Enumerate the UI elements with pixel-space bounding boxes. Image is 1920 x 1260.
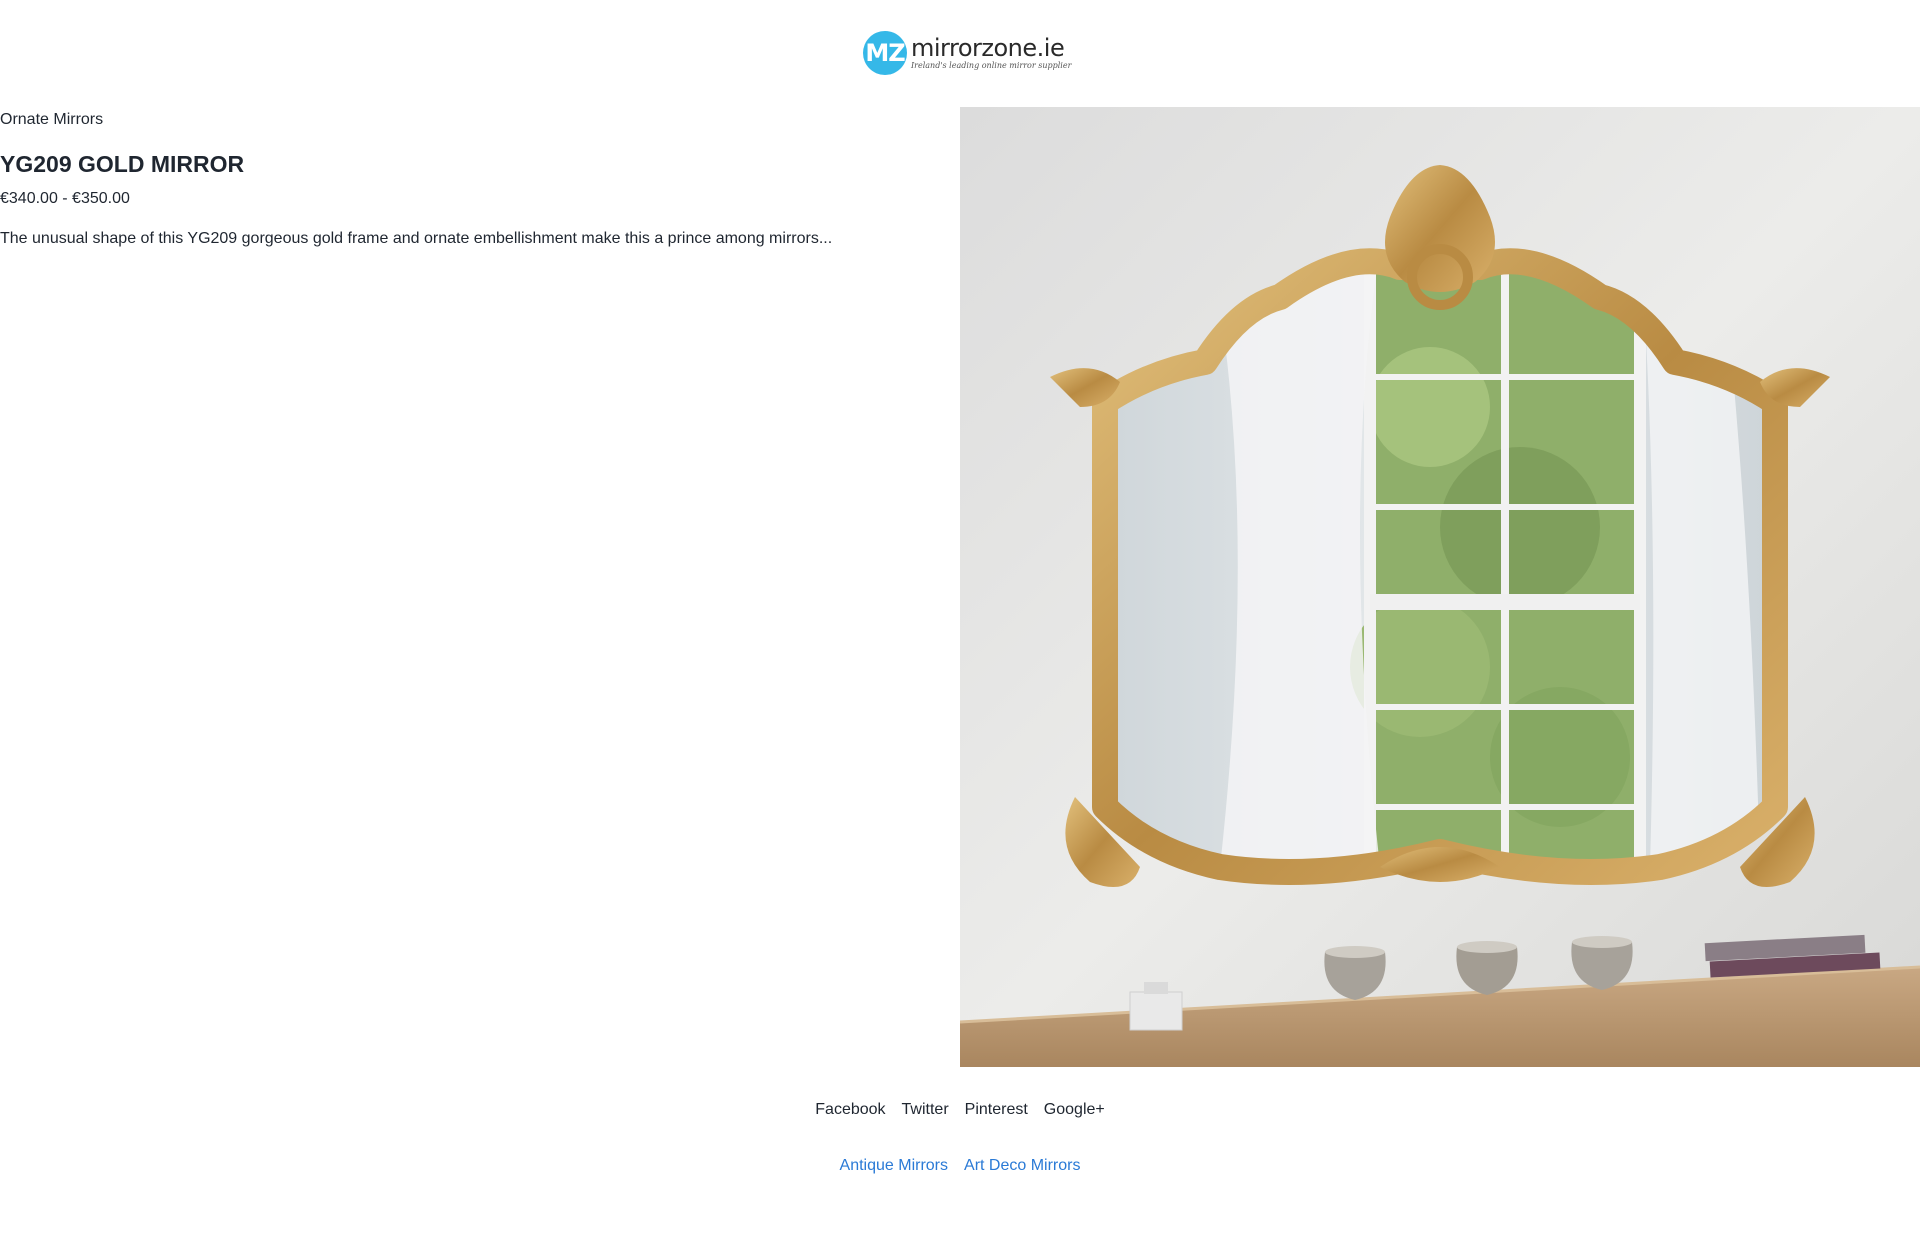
product-image[interactable]: [960, 107, 1920, 1067]
related-categories: Antique Mirrors Art Deco Mirrors: [0, 1157, 1920, 1175]
logo-text: mirrorzone.ie Ireland's leading online m…: [911, 36, 1071, 70]
related-link-antique-mirrors[interactable]: Antique Mirrors: [840, 1157, 948, 1175]
product-description: The unusual shape of this YG209 gorgeous…: [0, 230, 833, 247]
product-category-link[interactable]: Ornate Mirrors: [0, 111, 103, 129]
logo-tagline: Ireland's leading online mirror supplier: [911, 61, 1072, 70]
product-price: €340.00 - €350.00: [0, 190, 130, 207]
product-title: YG209 GOLD MIRROR: [0, 151, 245, 177]
logo-badge: MZ: [863, 31, 907, 75]
related-link-art-deco-mirrors[interactable]: Art Deco Mirrors: [964, 1157, 1080, 1175]
site-header: MZ mirrorzone.ie Ireland's leading onlin…: [0, 0, 1920, 107]
social-links: Facebook Twitter Pinterest Google+: [0, 1101, 1920, 1119]
site-logo[interactable]: MZ mirrorzone.ie Ireland's leading onlin…: [863, 30, 1071, 76]
mirror-illustration: [960, 107, 1920, 1067]
logo-name: mirrorzone.ie: [911, 34, 1065, 62]
google-plus-link[interactable]: Google+: [1044, 1101, 1105, 1119]
product-main: Ornate Mirrors YG209 GOLD MIRROR €340.00…: [0, 107, 1920, 1067]
pinterest-link[interactable]: Pinterest: [965, 1101, 1028, 1119]
twitter-link[interactable]: Twitter: [902, 1101, 949, 1119]
facebook-link[interactable]: Facebook: [815, 1101, 885, 1119]
